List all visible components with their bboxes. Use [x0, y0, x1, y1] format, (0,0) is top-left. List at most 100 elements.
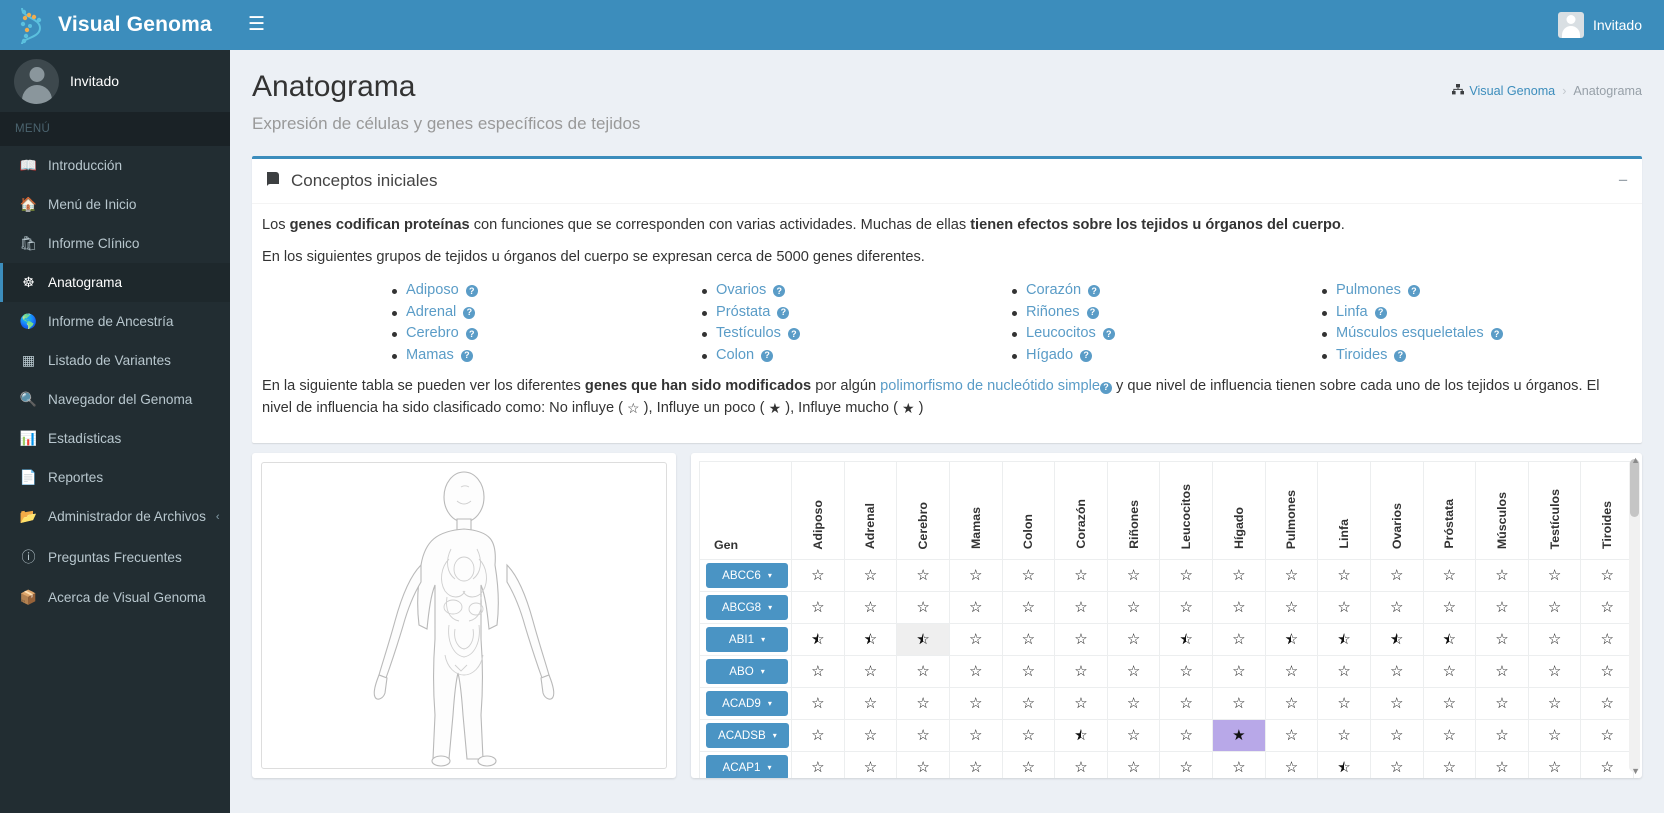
gene-dropdown-button[interactable]: ACAD9 ▾ [706, 691, 788, 717]
sidebar-item-informe-clinico[interactable]: 🛍 Informe Clínico [0, 224, 230, 263]
star-cell[interactable]: ☆ [1369, 719, 1424, 753]
tissue-link[interactable]: Riñones [1026, 302, 1080, 324]
tissue-link[interactable]: Hígado [1026, 345, 1073, 367]
star-cell[interactable]: ☆ [1001, 559, 1056, 593]
star-cell[interactable]: ☆ [1422, 559, 1477, 593]
help-icon[interactable]: ? [1099, 381, 1112, 394]
list-item[interactable]: Hígado? [1012, 345, 1322, 367]
star-cell[interactable]: ☆ [843, 559, 898, 593]
list-item[interactable]: Cerebro? [392, 323, 702, 345]
tissue-link[interactable]: Adiposo [406, 280, 459, 302]
gene-dropdown-button[interactable]: ABO ▾ [706, 659, 788, 685]
star-cell[interactable]: ☆ [1106, 591, 1161, 625]
star-cell[interactable]: ☆ [1054, 687, 1108, 721]
sidebar-user-panel[interactable]: Invitado [0, 50, 230, 112]
star-cell[interactable]: ☆ [843, 751, 898, 779]
list-item[interactable]: Mamas? [392, 345, 702, 367]
star-cell[interactable]: ☆ [1159, 719, 1213, 753]
star-cell[interactable]: ☆ [1106, 623, 1161, 657]
star-cell[interactable]: ☆ [843, 719, 898, 753]
scrollbar-thumb[interactable] [1630, 459, 1639, 518]
star-cell[interactable]: ☆ [1369, 591, 1424, 625]
sidebar-item-informe-de-ancestria[interactable]: 🌎 Informe de Ancestría [0, 302, 230, 341]
star-cell[interactable]: ☆ [1369, 751, 1424, 779]
star-cell[interactable]: ☆ [1317, 687, 1371, 721]
star-cell[interactable]: ☆ [791, 687, 845, 721]
star-cell[interactable]: ☆★ [791, 623, 845, 657]
help-icon[interactable]: ? [1374, 306, 1387, 319]
star-cell[interactable]: ☆★ [1159, 623, 1213, 657]
star-cell[interactable]: ☆ [1001, 719, 1056, 753]
list-item[interactable]: Linfa? [1322, 302, 1632, 324]
star-cell[interactable]: ☆ [896, 751, 950, 779]
star-cell[interactable]: ☆ [896, 559, 950, 593]
star-cell[interactable]: ☆ [1264, 719, 1319, 753]
star-cell[interactable]: ☆ [1106, 655, 1161, 689]
star-cell[interactable]: ☆ [791, 719, 845, 753]
tissue-link[interactable]: Leucocitos [1026, 323, 1096, 345]
list-item[interactable]: Adiposo? [392, 280, 702, 302]
list-item[interactable]: Corazón? [1012, 280, 1322, 302]
help-icon[interactable]: ? [1088, 285, 1101, 298]
star-cell[interactable]: ☆★ [1369, 623, 1424, 657]
star-cell[interactable]: ☆ [1212, 687, 1266, 721]
sidebar-item-administrador-de-archivos[interactable]: 📂 Administrador de Archivos ‹ [0, 497, 230, 536]
list-item[interactable]: Testículos? [702, 323, 1012, 345]
help-icon[interactable]: ? [1490, 328, 1503, 341]
sidebar-item-navegador-del-genoma[interactable]: 🔍 Navegador del Genoma [0, 380, 230, 419]
tissue-link[interactable]: Cerebro [406, 323, 459, 345]
tissue-link[interactable]: Ovarios [716, 280, 766, 302]
star-cell[interactable]: ☆ [843, 591, 898, 625]
star-cell[interactable]: ☆ [1212, 559, 1266, 593]
star-cell[interactable]: ☆ [1001, 687, 1056, 721]
collapse-box-button[interactable]: − [1618, 172, 1628, 189]
sidebar-item-listado-de-variantes[interactable]: ▦ Listado de Variantes [0, 341, 230, 380]
tissue-link[interactable]: Próstata [716, 302, 770, 324]
star-cell[interactable]: ☆★ [1317, 751, 1371, 779]
help-icon[interactable]: ? [787, 328, 800, 341]
gene-dropdown-button[interactable]: ACADSB ▾ [706, 723, 789, 749]
star-cell[interactable]: ☆ [791, 559, 845, 593]
star-cell[interactable]: ☆ [1527, 559, 1582, 593]
star-cell[interactable]: ☆★ [1317, 623, 1371, 657]
sidebar-item-preguntas-frecuentes[interactable]: ⓘ Preguntas Frecuentes [0, 536, 230, 578]
star-cell[interactable]: ☆ [1001, 623, 1056, 657]
star-cell[interactable]: ☆★ [896, 623, 950, 657]
navbar-user[interactable]: Invitado [1557, 12, 1646, 38]
star-cell[interactable]: ☆ [1264, 655, 1319, 689]
star-cell[interactable]: ☆ [1369, 655, 1424, 689]
star-cell[interactable]: ☆ [1159, 751, 1213, 779]
star-cell[interactable]: ☆ [1475, 655, 1529, 689]
help-icon[interactable]: ? [1407, 285, 1420, 298]
star-cell[interactable]: ☆ [1527, 591, 1582, 625]
tissue-link[interactable]: Tiroides [1336, 345, 1387, 367]
star-cell[interactable]: ☆ [1580, 623, 1634, 657]
star-cell[interactable]: ☆ [896, 591, 950, 625]
anatogram-figure[interactable] [261, 462, 667, 770]
hamburger-icon[interactable]: ☰ [230, 0, 283, 50]
sidebar-item-acerca-de-visual-genoma[interactable]: 📦 Acerca de Visual Genoma [0, 578, 230, 617]
list-item[interactable]: Próstata? [702, 302, 1012, 324]
list-item[interactable]: Pulmones? [1322, 280, 1632, 302]
star-cell[interactable]: ☆ [1054, 623, 1108, 657]
star-cell[interactable]: ☆ [1159, 687, 1213, 721]
star-cell[interactable]: ☆★ [1422, 623, 1477, 657]
star-cell[interactable]: ☆ [1159, 655, 1213, 689]
list-item[interactable]: Leucocitos? [1012, 323, 1322, 345]
star-cell[interactable]: ☆★ [1054, 719, 1108, 753]
star-cell[interactable]: ☆ [1054, 751, 1108, 779]
tissue-link[interactable]: Colon [716, 345, 754, 367]
star-cell[interactable]: ☆ [1264, 591, 1319, 625]
star-cell[interactable]: ☆ [843, 655, 898, 689]
star-cell[interactable]: ☆ [1527, 623, 1582, 657]
star-cell[interactable]: ☆ [1212, 591, 1266, 625]
star-cell[interactable]: ☆ [1212, 751, 1266, 779]
list-item[interactable]: Músculos esqueletales? [1322, 323, 1632, 345]
star-cell[interactable]: ☆ [1475, 687, 1529, 721]
star-cell[interactable]: ☆ [1317, 591, 1371, 625]
star-cell[interactable]: ☆ [1527, 687, 1582, 721]
star-cell[interactable]: ☆ [1422, 687, 1477, 721]
tissue-link[interactable]: Músculos esqueletales [1336, 323, 1484, 345]
star-cell[interactable]: ☆ [1054, 655, 1108, 689]
sidebar-item-menu-de-inicio[interactable]: 🏠 Menú de Inicio [0, 185, 230, 224]
